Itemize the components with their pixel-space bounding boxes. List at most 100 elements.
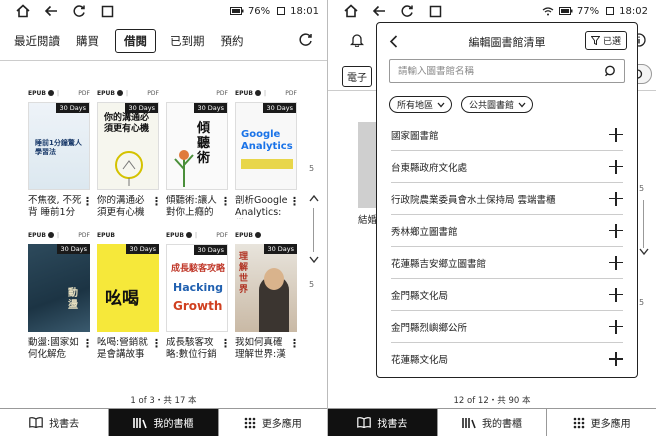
- library-name: 金門縣烈嶼鄉公所: [391, 322, 468, 334]
- tab-purchased[interactable]: 購買: [76, 33, 99, 49]
- back-arrow-icon[interactable]: [368, 0, 390, 22]
- page-scrollbar[interactable]: 5 5: [638, 180, 650, 320]
- book-title: 我如何真確理解世界:漢: [235, 337, 286, 360]
- book-item[interactable]: EPUB 吆喝 30 Days 吆喝:營銷就是會講故事 ⋮: [97, 230, 162, 361]
- library-row[interactable]: 花蓮縣吉安鄉立圖書館: [391, 247, 623, 279]
- more-options-icon[interactable]: ⋮: [151, 337, 162, 361]
- nav-bookshelf[interactable]: 我的書櫃: [438, 409, 548, 436]
- window-icon[interactable]: [96, 0, 118, 22]
- library-name: 國家圖書館: [391, 130, 439, 142]
- search-icon[interactable]: [604, 65, 616, 77]
- home-icon[interactable]: [12, 0, 34, 22]
- book-cover[interactable]: 理解世界 30 Days: [235, 244, 297, 332]
- refresh-icon[interactable]: [396, 0, 418, 22]
- library-row[interactable]: 台東縣政府文化處: [391, 151, 623, 183]
- alarm-icon: [276, 6, 286, 16]
- add-icon[interactable]: [609, 191, 623, 206]
- battery-icon: [558, 7, 573, 15]
- right-screen: 77% 18:02 電子 結婚 編輯圖書館清單 已選 所有地區 公共圖書館: [328, 0, 656, 436]
- library-row[interactable]: 國家圖書館: [391, 119, 623, 151]
- page-scrollbar[interactable]: 5 5: [308, 160, 320, 300]
- more-options-icon[interactable]: ⋮: [220, 337, 231, 361]
- sync-icon[interactable]: [298, 32, 313, 51]
- book-cover[interactable]: 動盪 30 Days: [28, 244, 90, 332]
- chevron-up-icon[interactable]: [309, 194, 319, 202]
- status-bar: 76% 18:01: [0, 0, 327, 22]
- add-icon[interactable]: [609, 255, 623, 270]
- home-icon[interactable]: [340, 0, 362, 22]
- library-name: 花蓮縣吉安鄉立圖書館: [391, 258, 487, 270]
- nav-more-apps[interactable]: 更多應用: [219, 409, 327, 436]
- chevron-down-icon[interactable]: [639, 248, 649, 256]
- bottom-nav: 找書去 我的書櫃 更多應用: [0, 408, 327, 436]
- left-screen: 76% 18:01 最近閱讀 購買 借閱 已到期 預約 EPUB | PDF 睡前1…: [0, 0, 328, 436]
- library-row[interactable]: 金門縣文化局: [391, 279, 623, 311]
- book-cover[interactable]: 你的溝通必須更有心機 30 Days: [97, 102, 159, 190]
- tab-bar: 最近閱讀 購買 借閱 已到期 預約: [14, 28, 313, 54]
- book-cover[interactable]: 傾聽術 30 Days: [166, 102, 228, 190]
- loan-badge: 30 Days: [56, 103, 89, 113]
- book-title: 剖析Google Analytics:從: [235, 195, 288, 218]
- verified-icon: [254, 232, 261, 238]
- background-book-title: 結婚: [358, 215, 378, 226]
- chevron-down-icon: [518, 102, 526, 108]
- nav-bookshelf[interactable]: 我的書櫃: [109, 409, 219, 436]
- nav-more-apps[interactable]: 更多應用: [547, 409, 656, 436]
- add-icon[interactable]: [609, 127, 623, 142]
- category-chip[interactable]: 電子: [342, 66, 372, 87]
- book-item[interactable]: EPUB | PDF 成長駭客攻略 Hacking Growth 30 Days 成…: [166, 230, 231, 361]
- refresh-icon[interactable]: [68, 0, 90, 22]
- book-cover[interactable]: Google Analytics 30 Days: [235, 102, 297, 190]
- book-item[interactable]: EPUB | PDF 動盪 30 Days 動盪:國家如何化解危 ⋮: [28, 230, 93, 361]
- tab-reserved[interactable]: 預約: [221, 33, 244, 49]
- more-options-icon[interactable]: ⋮: [289, 195, 300, 219]
- book-item[interactable]: PDF 傾聽術 30 Days 傾聽術:讓人對你上癮的 ⋮: [166, 88, 231, 219]
- book-cover[interactable]: 睡前1分鐘驚人學習法 30 Days: [28, 102, 90, 190]
- add-icon[interactable]: [609, 223, 623, 238]
- alarm-icon: [605, 6, 615, 16]
- book-item[interactable]: EPUB 理解世界 30 Days 我如何真確理解世界:漢 ⋮: [235, 230, 300, 361]
- nav-find-books[interactable]: 找書去: [328, 409, 438, 436]
- region-dropdown[interactable]: 所有地區: [389, 96, 453, 113]
- add-icon[interactable]: [609, 287, 623, 302]
- more-options-icon[interactable]: ⋮: [151, 195, 162, 219]
- add-icon[interactable]: [609, 352, 623, 366]
- library-row[interactable]: 秀林鄉立圖書館: [391, 215, 623, 247]
- add-icon[interactable]: [609, 159, 623, 174]
- loan-badge: 30 Days: [126, 244, 159, 254]
- back-arrow-icon[interactable]: [40, 0, 62, 22]
- library-search-input[interactable]: [398, 65, 604, 77]
- library-row[interactable]: 金門縣烈嶼鄉公所: [391, 311, 623, 343]
- nav-find-books[interactable]: 找書去: [0, 409, 110, 436]
- more-options-icon[interactable]: ⋮: [82, 195, 93, 219]
- book-item[interactable]: EPUB | PDF Google Analytics 30 Days 剖析Goog…: [235, 88, 300, 219]
- library-type-dropdown[interactable]: 公共圖書館: [461, 96, 534, 113]
- book-cover[interactable]: 吆喝 30 Days: [97, 244, 159, 332]
- verified-icon: [47, 90, 54, 96]
- library-row[interactable]: 花蓮縣文化局: [391, 343, 623, 375]
- tab-recent[interactable]: 最近閱讀: [14, 33, 60, 49]
- loan-badge: 30 Days: [194, 103, 227, 113]
- more-options-icon[interactable]: ⋮: [220, 195, 231, 219]
- edit-library-list-dialog: 編輯圖書館清單 已選 所有地區 公共圖書館 國家圖書館 台東縣政府文化處 行政院…: [376, 22, 638, 378]
- window-icon[interactable]: [424, 0, 446, 22]
- library-name: 行政院農業委員會水土保持局 雲端書櫃: [391, 194, 556, 206]
- library-search-field[interactable]: [389, 59, 625, 83]
- library-row[interactable]: 行政院農業委員會水土保持局 雲端書櫃: [391, 183, 623, 215]
- book-title: 你的溝通必須更有心機: [97, 195, 145, 218]
- book-item[interactable]: EPUB | PDF 你的溝通必須更有心機 30 Days 你的溝通必須更有心機 ⋮: [97, 88, 162, 219]
- chevron-down-icon: [437, 102, 445, 108]
- book-cover[interactable]: 成長駭客攻略 Hacking Growth 30 Days: [166, 244, 228, 332]
- battery-percent: 76%: [247, 5, 271, 17]
- more-options-icon[interactable]: ⋮: [289, 337, 300, 361]
- tab-expired[interactable]: 已到期: [170, 33, 205, 49]
- book-item[interactable]: EPUB | PDF 睡前1分鐘驚人學習法 30 Days 不焦夜, 不死背 睡前1…: [28, 88, 93, 219]
- grid-dots-icon: [573, 417, 585, 429]
- more-options-icon[interactable]: ⋮: [82, 337, 93, 361]
- tab-borrowed[interactable]: 借閱: [115, 29, 156, 53]
- filter-selected-button[interactable]: 已選: [584, 31, 627, 50]
- page-indicator: 1 of 3・共 17 本: [130, 396, 197, 406]
- chevron-down-icon[interactable]: [309, 256, 319, 264]
- add-icon[interactable]: [609, 319, 623, 334]
- bell-icon[interactable]: [349, 32, 365, 51]
